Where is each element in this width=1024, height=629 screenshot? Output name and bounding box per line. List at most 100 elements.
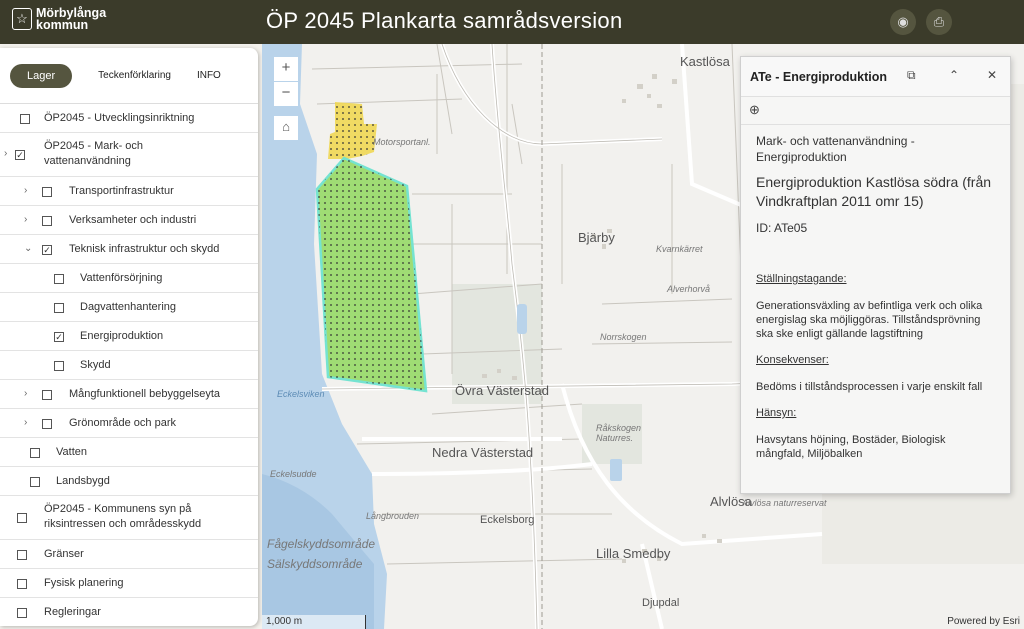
chevron-right-icon[interactable]: › (24, 388, 27, 399)
layer-row[interactable]: › Mångfunktionell bebyggelseyta (0, 380, 258, 409)
place-label: Kastlösa (680, 54, 730, 69)
layer-row[interactable]: ✓ Energiproduktion (0, 322, 258, 351)
zoom-out-button[interactable]: − (274, 82, 298, 106)
home-icon[interactable]: ⌂ (274, 116, 298, 140)
layer-row[interactable]: Regleringar (0, 598, 258, 626)
crest-icon: ☆ (12, 8, 32, 30)
layer-row[interactable]: ÖP2045 - Utvecklingsinriktning (0, 104, 258, 133)
layer-label: ÖP2045 - Utvecklingsinriktning (44, 112, 195, 124)
layer-checkbox[interactable]: ✓ (54, 332, 64, 342)
place-label: Alvlösa naturreservat (742, 498, 827, 508)
layer-checkbox[interactable] (20, 114, 30, 124)
zoom-in-button[interactable]: + (274, 57, 298, 81)
logo-line-2: kommun (36, 18, 89, 32)
layer-row[interactable]: Dagvattenhantering (0, 293, 258, 322)
chevron-right-icon[interactable]: › (24, 214, 27, 225)
chevron-right-icon[interactable]: › (4, 148, 7, 159)
layer-row[interactable]: › ✓ ÖP2045 - Mark- och vattenanvändning (0, 133, 258, 177)
place-label: Bjärby (578, 230, 615, 245)
place-label: Råkskogen Naturres. (596, 423, 642, 443)
print-icon[interactable]: ⎙ (926, 9, 952, 35)
popup-feature-id: ID: ATe05 (756, 221, 808, 235)
layer-checkbox[interactable]: ✓ (15, 150, 25, 160)
tab-info[interactable]: INFO (197, 70, 221, 81)
layer-label: Landsbygd (56, 475, 110, 487)
scale-bar: 1,000 m (262, 615, 366, 629)
place-label: Nedra Västerstad (432, 445, 534, 460)
place-label: Djupdal (642, 597, 680, 609)
layer-checkbox[interactable] (42, 187, 52, 197)
layer-checkbox[interactable] (17, 579, 27, 589)
popup-body: Mark- och vattenanvändning - Energiprodu… (741, 125, 1010, 469)
layer-list: ÖP2045 - Utvecklingsinriktning › ✓ ÖP2045 -… (0, 104, 258, 626)
layer-checkbox[interactable] (54, 303, 64, 313)
popup-title: ATe - Energiproduktion (750, 70, 888, 84)
layer-checkbox[interactable] (17, 608, 27, 618)
layer-checkbox[interactable]: ✓ (42, 245, 52, 255)
layer-checkbox[interactable] (54, 274, 64, 284)
chevron-up-icon[interactable]: ⌃ (949, 68, 959, 82)
layer-label: Vattenförsörjning (80, 272, 163, 284)
layer-label: Teknisk infrastruktur och skydd (69, 243, 220, 255)
layer-checkbox[interactable] (42, 390, 52, 400)
popup-actions: ⊕ (741, 97, 1010, 125)
layer-row[interactable]: › Grönområde och park (0, 409, 258, 438)
layer-label: Mångfunktionell bebyggelseyta (69, 388, 221, 400)
tab-lager[interactable]: Lager (10, 63, 73, 88)
layer-label: Energiproduktion (80, 330, 164, 342)
layer-row[interactable]: Landsbygd (0, 467, 258, 496)
close-icon[interactable]: ✕ (987, 68, 997, 82)
chevron-down-icon[interactable]: ⌄ (24, 243, 32, 254)
place-label: Eckelsborg (480, 514, 535, 526)
layer-label: Dagvattenhantering (80, 301, 177, 313)
popup-section-heading: Konsekvenser: (756, 354, 829, 366)
popup-header: ATe - Energiproduktion ⧉ ⌃ ✕ (741, 57, 1010, 97)
chevron-right-icon[interactable]: › (24, 417, 27, 428)
visibility-icon[interactable]: ◉ (890, 9, 916, 35)
popup-section-text: Generationsväxling av befintliga verk oc… (756, 300, 983, 340)
layer-checkbox[interactable] (17, 550, 27, 560)
place-label: Eckelsudde (270, 469, 317, 479)
place-label: Kvarnkärret (656, 244, 703, 254)
place-label: Motorsportanl. (373, 137, 431, 147)
app-header: ☆ Mörbylånga kommun ÖP 2045 Plankarta sa… (0, 0, 1024, 44)
panel-tabs: Lager Teckenförklaring INFO (0, 48, 258, 104)
municipality-logo[interactable]: ☆ Mörbylånga kommun (12, 7, 106, 31)
app-title: ÖP 2045 Plankarta samrådsversion (266, 8, 623, 33)
layer-row[interactable]: › Verksamheter och industri (0, 206, 258, 235)
chevron-right-icon[interactable]: › (24, 185, 27, 196)
layer-checkbox[interactable] (30, 477, 40, 487)
energy-zone-pattern (317, 158, 426, 391)
zone-label: Fågelskyddsområde (267, 537, 376, 551)
place-label: Långbrouden (366, 511, 420, 521)
layer-checkbox[interactable] (54, 361, 64, 371)
popup-section-heading: Ställningstagande: (756, 273, 847, 285)
place-label: Övra Västerstad (455, 383, 549, 398)
layer-row[interactable]: Skydd (0, 351, 258, 380)
place-label: Lilla Smedby (596, 546, 671, 561)
zoom-to-icon[interactable]: ⊕ (749, 102, 760, 118)
zone-label: Sälskyddsområde (267, 557, 363, 571)
layer-row[interactable]: Vatten (0, 438, 258, 467)
popup-section-text: Havsytans höjning, Bostäder, Biologisk m… (756, 434, 946, 460)
layer-label: Fysisk planering (44, 577, 124, 589)
layer-row[interactable]: › Transportinfrastruktur (0, 177, 258, 206)
layer-checkbox[interactable] (42, 216, 52, 226)
layer-row[interactable]: Fysisk planering (0, 569, 258, 598)
layer-checkbox[interactable] (17, 513, 27, 523)
layer-label: Vatten (56, 446, 87, 458)
layer-checkbox[interactable] (42, 419, 52, 429)
layer-row[interactable]: Gränser (0, 540, 258, 569)
layer-row[interactable]: ⌄ ✓ Teknisk infrastruktur och skydd (0, 235, 258, 264)
tab-teckenforklaring[interactable]: Teckenförklaring (98, 70, 171, 81)
layer-checkbox[interactable] (30, 448, 40, 458)
layer-label: Grönområde och park (69, 417, 176, 429)
layer-label: Gränser (44, 548, 84, 560)
popup-section-heading: Hänsyn: (756, 407, 797, 419)
dock-icon[interactable]: ⧉ (907, 68, 916, 83)
popup-feature-name: Energiproduktion Kastlösa södra (från Vi… (756, 174, 992, 209)
layer-label: ÖP2045 - Mark- och vattenanvändning (44, 140, 144, 167)
layer-row[interactable]: Vattenförsörjning (0, 264, 258, 293)
layer-row[interactable]: ÖP2045 - Kommunens syn på riksintressen … (0, 496, 258, 540)
place-label: Norrskogen (600, 332, 647, 342)
